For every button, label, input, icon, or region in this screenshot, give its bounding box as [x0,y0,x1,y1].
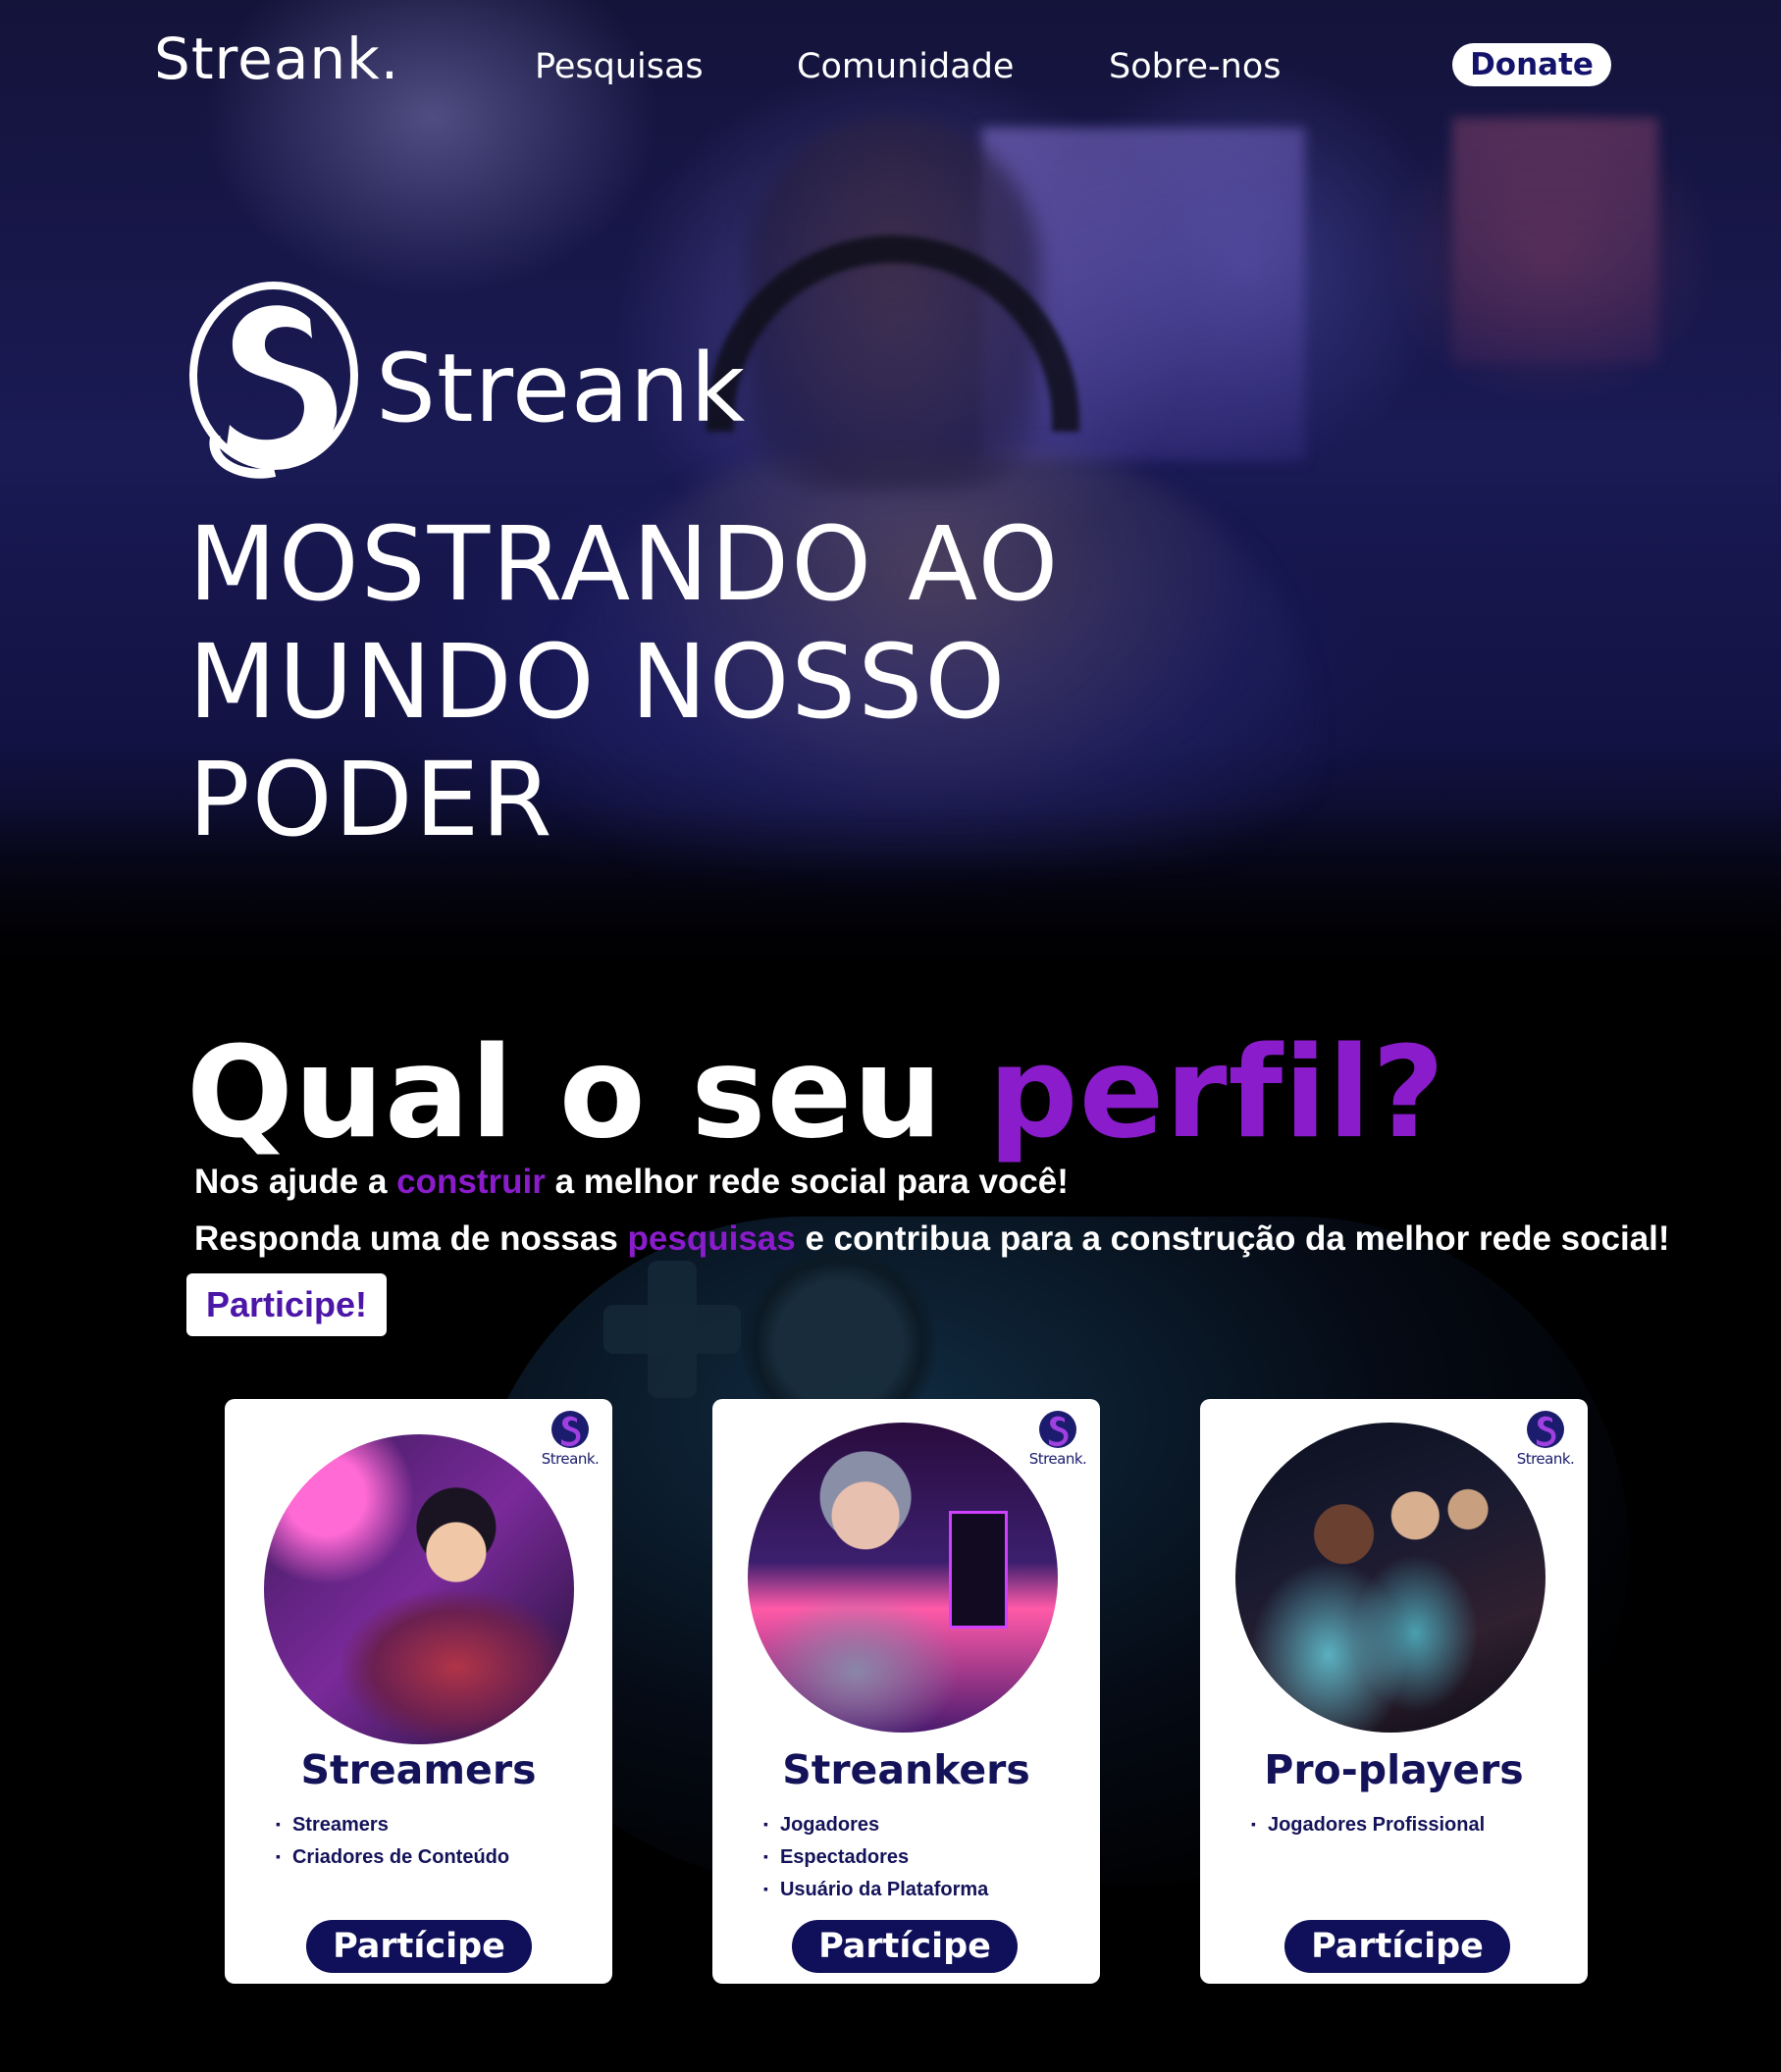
controller-dpad-horizontal [603,1305,741,1354]
profile-subtitle-1: Nos ajude a construir a melhor rede soci… [194,1163,1069,1202]
profile-card-streankers: Streank. Streankers Jogadores Espectador… [712,1399,1100,1984]
card-badge-text: Streank. [541,1450,600,1468]
subtitle-2-text-end: e contribua para a construção da melhor … [795,1219,1670,1258]
card-title: Streamers [300,1746,537,1793]
card-title: Streankers [782,1746,1030,1793]
hero-brand-name: Streank [376,334,747,443]
streank-logo-icon [551,1411,589,1448]
hero-headline: MOSTRANDO AO MUNDO NOSSO PODER [188,505,1072,858]
hero-headline-line-3: PODER [188,740,554,859]
card-participe-button[interactable]: Partícipe [792,1920,1018,1973]
donate-button[interactable]: Donate [1452,43,1611,86]
subtitle-1-text-end: a melhor rede social para você! [545,1163,1069,1201]
list-item: Espectadores [763,1841,988,1874]
list-item: Jogadores [763,1809,988,1841]
profile-section-title: Qual o seu perfil? [186,1020,1445,1166]
participe-button[interactable]: Participe! [186,1273,387,1336]
card-photo-pro-players [1235,1423,1545,1733]
card-badge: Streank. [536,1409,604,1468]
card-photo-streanker [748,1423,1058,1733]
profile-title-accent: perfil? [987,1020,1446,1166]
streank-logo-icon [1527,1411,1564,1448]
card-list: Streamers Criadores de Conteúdo [276,1809,509,1874]
hero-headline-line-2: MUNDO NOSSO [188,622,1008,742]
card-title: Pro-players [1264,1746,1524,1793]
profile-subtitle-2: Responda uma de nossas pesquisas e contr… [194,1219,1670,1259]
streank-logo-icon [189,282,358,479]
card-badge: Streank. [1023,1409,1092,1468]
list-item: Usuário da Plataforma [763,1874,988,1906]
card-badge-text: Streank. [1028,1450,1087,1468]
hero-bg-poster-right [1452,118,1658,363]
subtitle-1-highlight: construir [396,1163,546,1201]
list-item: Jogadores Profissional [1251,1809,1485,1841]
card-participe-button[interactable]: Partícipe [306,1920,532,1973]
card-list: Jogadores Espectadores Usuário da Plataf… [763,1809,988,1906]
nav-link-sobre-nos[interactable]: Sobre-nos [1109,47,1281,86]
card-photo-streamer [264,1434,574,1744]
profile-title-text: Qual o seu [186,1020,988,1166]
list-item: Criadores de Conteúdo [276,1841,509,1874]
card-badge-text: Streank. [1516,1450,1575,1468]
list-item: Streamers [276,1809,509,1841]
card-participe-button[interactable]: Partícipe [1284,1920,1510,1973]
pc-tower [949,1511,1008,1629]
nav-link-pesquisas[interactable]: Pesquisas [535,47,704,86]
profile-card-pro-players: Streank. Pro-players Jogadores Profissio… [1200,1399,1588,1984]
card-badge: Streank. [1511,1409,1580,1468]
hero-headline-line-1: MOSTRANDO AO [188,504,1061,624]
subtitle-2-text: Responda uma de nossas [194,1219,628,1258]
nav-link-comunidade[interactable]: Comunidade [797,47,1014,86]
subtitle-2-highlight: pesquisas [627,1219,796,1258]
nav-logo[interactable]: Streank. [154,26,399,92]
streank-logo-icon [1039,1411,1076,1448]
profile-card-streamers: Streank. Streamers Streamers Criadores d… [225,1399,612,1984]
subtitle-1-text: Nos ajude a [194,1163,397,1201]
card-list: Jogadores Profissional [1251,1809,1485,1841]
